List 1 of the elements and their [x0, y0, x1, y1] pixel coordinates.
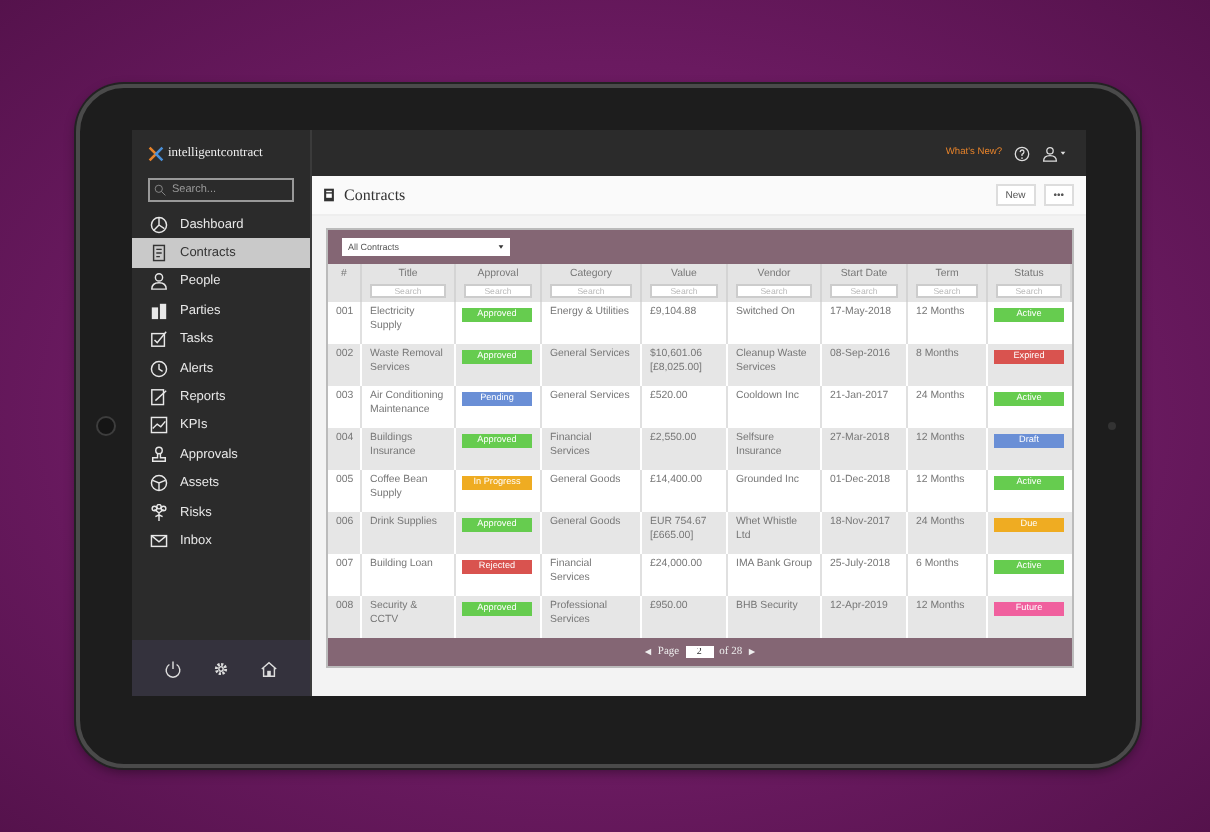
page-title: Contracts [344, 186, 408, 204]
